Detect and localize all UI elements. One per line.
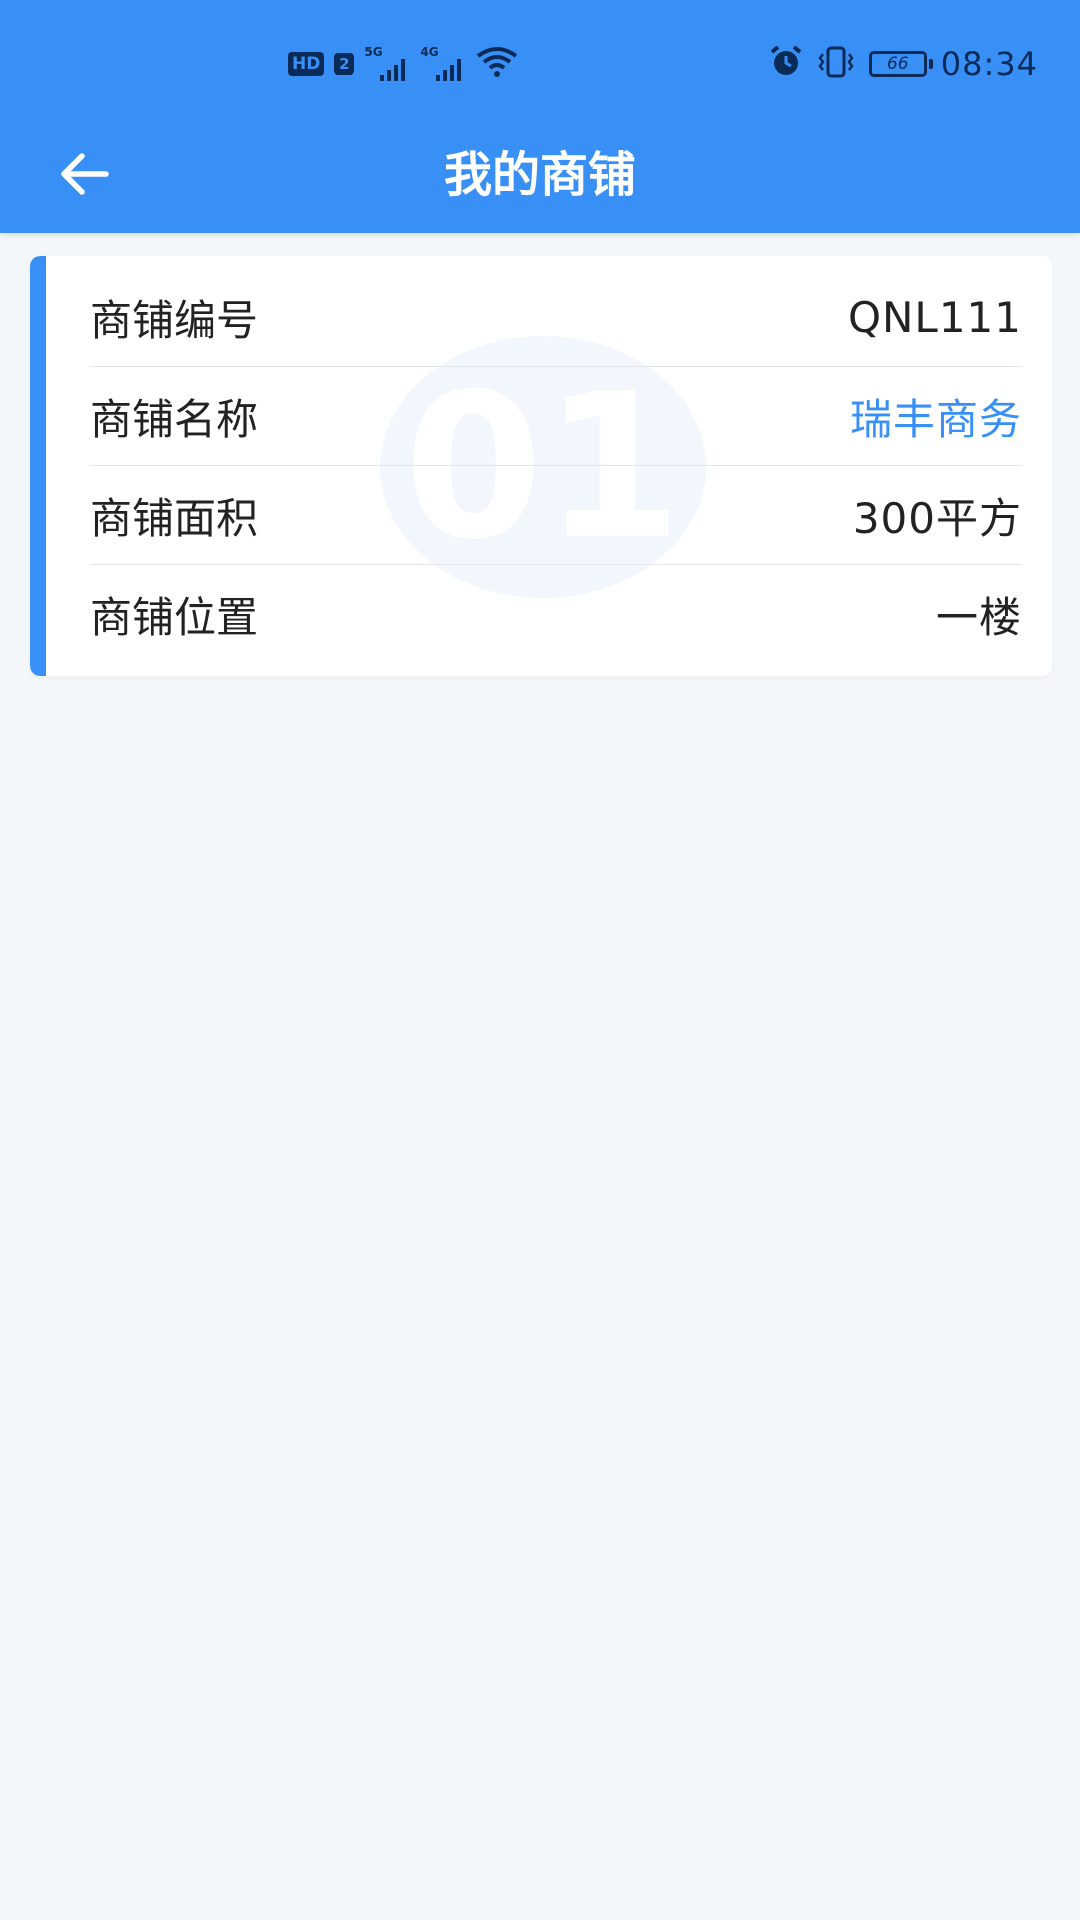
wifi-icon (476, 46, 518, 82)
shop-info-list: 商铺编号 QNL111 商铺名称 瑞丰商务 商铺面积 300平方 商铺位置 一楼 (90, 268, 1022, 663)
row-shop-number: 商铺编号 QNL111 (90, 268, 1022, 367)
signal-5g-icon: 5G (364, 45, 410, 81)
shop-location-value: 一楼 (935, 592, 1022, 642)
status-left: HD 2 5G 4G (288, 45, 518, 82)
shop-name-label: 商铺名称 (90, 394, 259, 444)
battery-icon: 66 (868, 51, 933, 77)
app-header: HD 2 5G 4G 66 08:34 我的商铺 (0, 0, 1080, 233)
row-shop-name: 商铺名称 瑞丰商务 (90, 367, 1022, 466)
status-right: 66 08:34 (769, 44, 1038, 84)
row-shop-area: 商铺面积 300平方 (90, 466, 1022, 565)
nav-bar: 我的商铺 (0, 120, 1080, 233)
sim-badge: 2 (334, 53, 355, 75)
hd-badge: HD (288, 52, 325, 76)
vibrate-icon (817, 46, 855, 82)
shop-info-card: 01 商铺编号 QNL111 商铺名称 瑞丰商务 商铺面积 300平方 商铺位置… (30, 256, 1052, 676)
shop-area-label: 商铺面积 (90, 493, 259, 543)
row-shop-location: 商铺位置 一楼 (90, 565, 1022, 663)
signal-5g-tag: 5G (364, 45, 383, 59)
signal-4g-icon: 4G (420, 45, 466, 81)
shop-location-label: 商铺位置 (90, 592, 259, 642)
alarm-icon (769, 45, 803, 82)
shop-area-value: 300平方 (852, 493, 1022, 543)
shop-name-value[interactable]: 瑞丰商务 (850, 386, 1022, 447)
status-bar: HD 2 5G 4G 66 08:34 (0, 0, 1080, 120)
status-time: 08:34 (940, 45, 1038, 83)
page-title: 我的商铺 (443, 147, 636, 203)
signal-4g-tag: 4G (420, 45, 439, 59)
card-accent-bar (30, 256, 46, 676)
shop-number-label: 商铺编号 (90, 295, 259, 345)
shop-number-value: QNL111 (847, 292, 1022, 342)
